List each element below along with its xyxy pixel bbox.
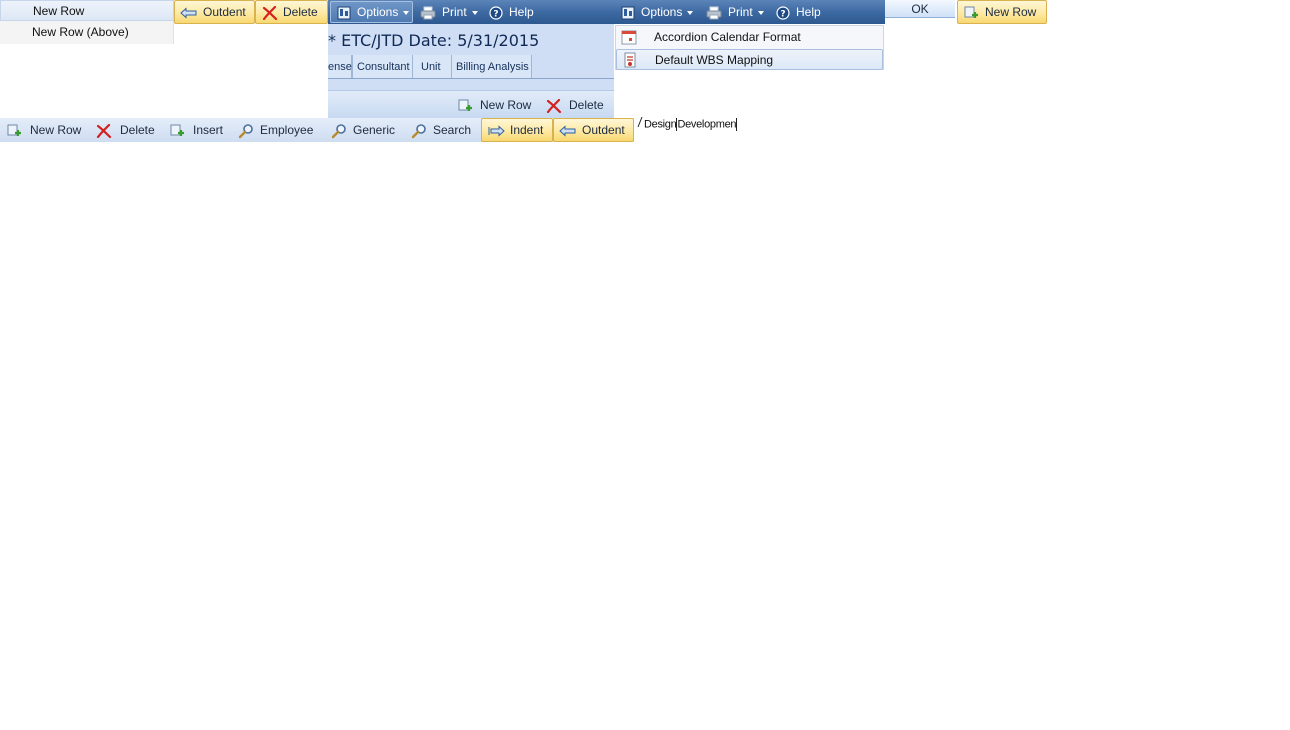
wbs-part-1: Design — [644, 118, 677, 131]
menu-item-label: New Row — [33, 4, 85, 18]
tab-billing-analysis[interactable]: Billing Analysis — [452, 55, 532, 79]
options-label: Options — [357, 5, 399, 19]
chevron-down-icon — [687, 10, 694, 15]
magnifier-icon — [331, 123, 347, 139]
menu-item-label: New Row (Above) — [32, 25, 129, 39]
menu-item-new-row[interactable]: New Row — [0, 0, 174, 21]
menu-item-default-wbs-mapping[interactable]: Default WBS Mapping — [616, 49, 883, 70]
new-row-label: New Row — [480, 98, 532, 112]
indent-label: Indent — [510, 123, 544, 137]
help-icon: ? — [489, 6, 503, 20]
svg-text:?: ? — [493, 9, 498, 19]
print-menu-button[interactable]: Print — [706, 0, 764, 24]
employee-search-button[interactable]: Employee — [238, 118, 313, 142]
help-icon: ? — [776, 6, 790, 20]
indent-icon — [487, 125, 505, 137]
print-label: Print — [442, 5, 467, 19]
delete-label: Delete — [120, 123, 155, 137]
help-label: Help — [796, 5, 821, 19]
new-row-label: New Row — [30, 123, 82, 137]
tab-label: Billing Analysis — [456, 61, 529, 73]
options-icon — [621, 6, 635, 20]
menu-item-label: Accordion Calendar Format — [654, 30, 801, 44]
add-row-icon — [964, 5, 980, 21]
printer-icon — [420, 6, 436, 20]
options-icon — [337, 6, 351, 20]
menu-item-label: Default WBS Mapping — [655, 53, 774, 67]
chevron-down-icon — [471, 10, 478, 15]
tab-label: ense — [328, 61, 352, 73]
insert-label: Insert — [193, 123, 224, 137]
search-label: Search — [433, 123, 472, 137]
chevron-down-icon — [757, 10, 764, 15]
options-label: Options — [641, 5, 683, 19]
delete-x-icon — [262, 5, 278, 20]
wbs-cell-text: DesignDevelopmen — [636, 116, 738, 133]
help-label: Help — [509, 5, 534, 19]
chevron-down-icon — [403, 10, 410, 15]
pencil-icon — [636, 116, 644, 133]
text-cursor — [736, 118, 738, 131]
divider — [328, 78, 614, 79]
main-toolbar: Options Print ? Help — [328, 0, 614, 24]
new-row-button[interactable]: New Row — [458, 91, 531, 119]
printer-icon — [706, 6, 722, 20]
tab-label: Consultant — [357, 61, 410, 73]
generic-label: Generic — [353, 123, 396, 137]
menu-item-new-row-above[interactable]: New Row (Above) — [0, 22, 174, 43]
grid-actions-toolbar: New Row Delete Insert Employee Generic S… — [0, 118, 634, 142]
tab-unit[interactable]: Unit — [413, 55, 452, 79]
outdent-label: Outdent — [582, 123, 625, 137]
options-menu-button[interactable]: Options — [330, 1, 413, 23]
help-button[interactable]: ? Help — [776, 0, 821, 24]
search-button[interactable]: Search — [411, 118, 471, 142]
secondary-toolbar: Options Print ? Help — [614, 0, 885, 24]
menu-item-accordion-calendar[interactable]: Accordion Calendar Format — [616, 27, 883, 48]
calendar-icon — [621, 29, 637, 45]
magnifier-icon — [238, 123, 254, 139]
svg-text:?: ? — [780, 9, 785, 19]
wbs-part-2: Developmen — [677, 118, 737, 131]
outdent-icon — [180, 7, 198, 19]
print-menu-button[interactable]: Print — [420, 0, 478, 24]
delete-x-icon — [96, 123, 112, 138]
grid-toolbar: New Row Delete — [328, 90, 614, 118]
tab-label: Unit — [421, 61, 441, 73]
print-label: Print — [728, 5, 753, 19]
page-title: * ETC/JTD Date: 5/31/2015 — [328, 31, 540, 50]
new-row-label: New Row — [985, 5, 1037, 19]
ok-button[interactable]: OK — [885, 0, 955, 18]
outdent-button[interactable]: Outdent — [174, 0, 255, 24]
options-dropdown: Accordion Calendar Format Default WBS Ma… — [615, 25, 884, 70]
outdent-button[interactable]: Outdent — [553, 118, 634, 142]
outdent-icon — [559, 125, 577, 137]
context-menu: New Row New Row (Above) — [0, 0, 174, 44]
add-row-icon — [458, 98, 474, 114]
new-row-button[interactable]: New Row — [7, 118, 81, 142]
outdent-label: Outdent — [203, 5, 246, 19]
delete-label: Delete — [569, 98, 604, 112]
insert-button[interactable]: Insert — [170, 118, 223, 142]
delete-label: Delete — [283, 5, 318, 19]
delete-button[interactable]: Delete — [96, 118, 155, 142]
add-row-icon — [7, 123, 23, 139]
delete-x-icon — [546, 98, 562, 113]
employee-label: Employee — [260, 123, 314, 137]
tab-strip: ense Consultant Unit Billing Analysis — [328, 55, 614, 79]
tab-consultant[interactable]: Consultant — [352, 55, 413, 79]
indent-button[interactable]: Indent — [481, 118, 553, 142]
insert-row-icon — [170, 123, 186, 139]
magnifier-icon — [411, 123, 427, 139]
delete-button[interactable]: Delete — [546, 91, 604, 119]
tab-expense[interactable]: ense — [328, 55, 352, 79]
mapping-icon — [622, 52, 638, 68]
options-menu-button[interactable]: Options — [621, 0, 694, 24]
new-row-button[interactable]: New Row — [957, 0, 1047, 24]
generic-search-button[interactable]: Generic — [331, 118, 395, 142]
help-button[interactable]: ? Help — [489, 0, 534, 24]
delete-button[interactable]: Delete — [255, 0, 328, 24]
